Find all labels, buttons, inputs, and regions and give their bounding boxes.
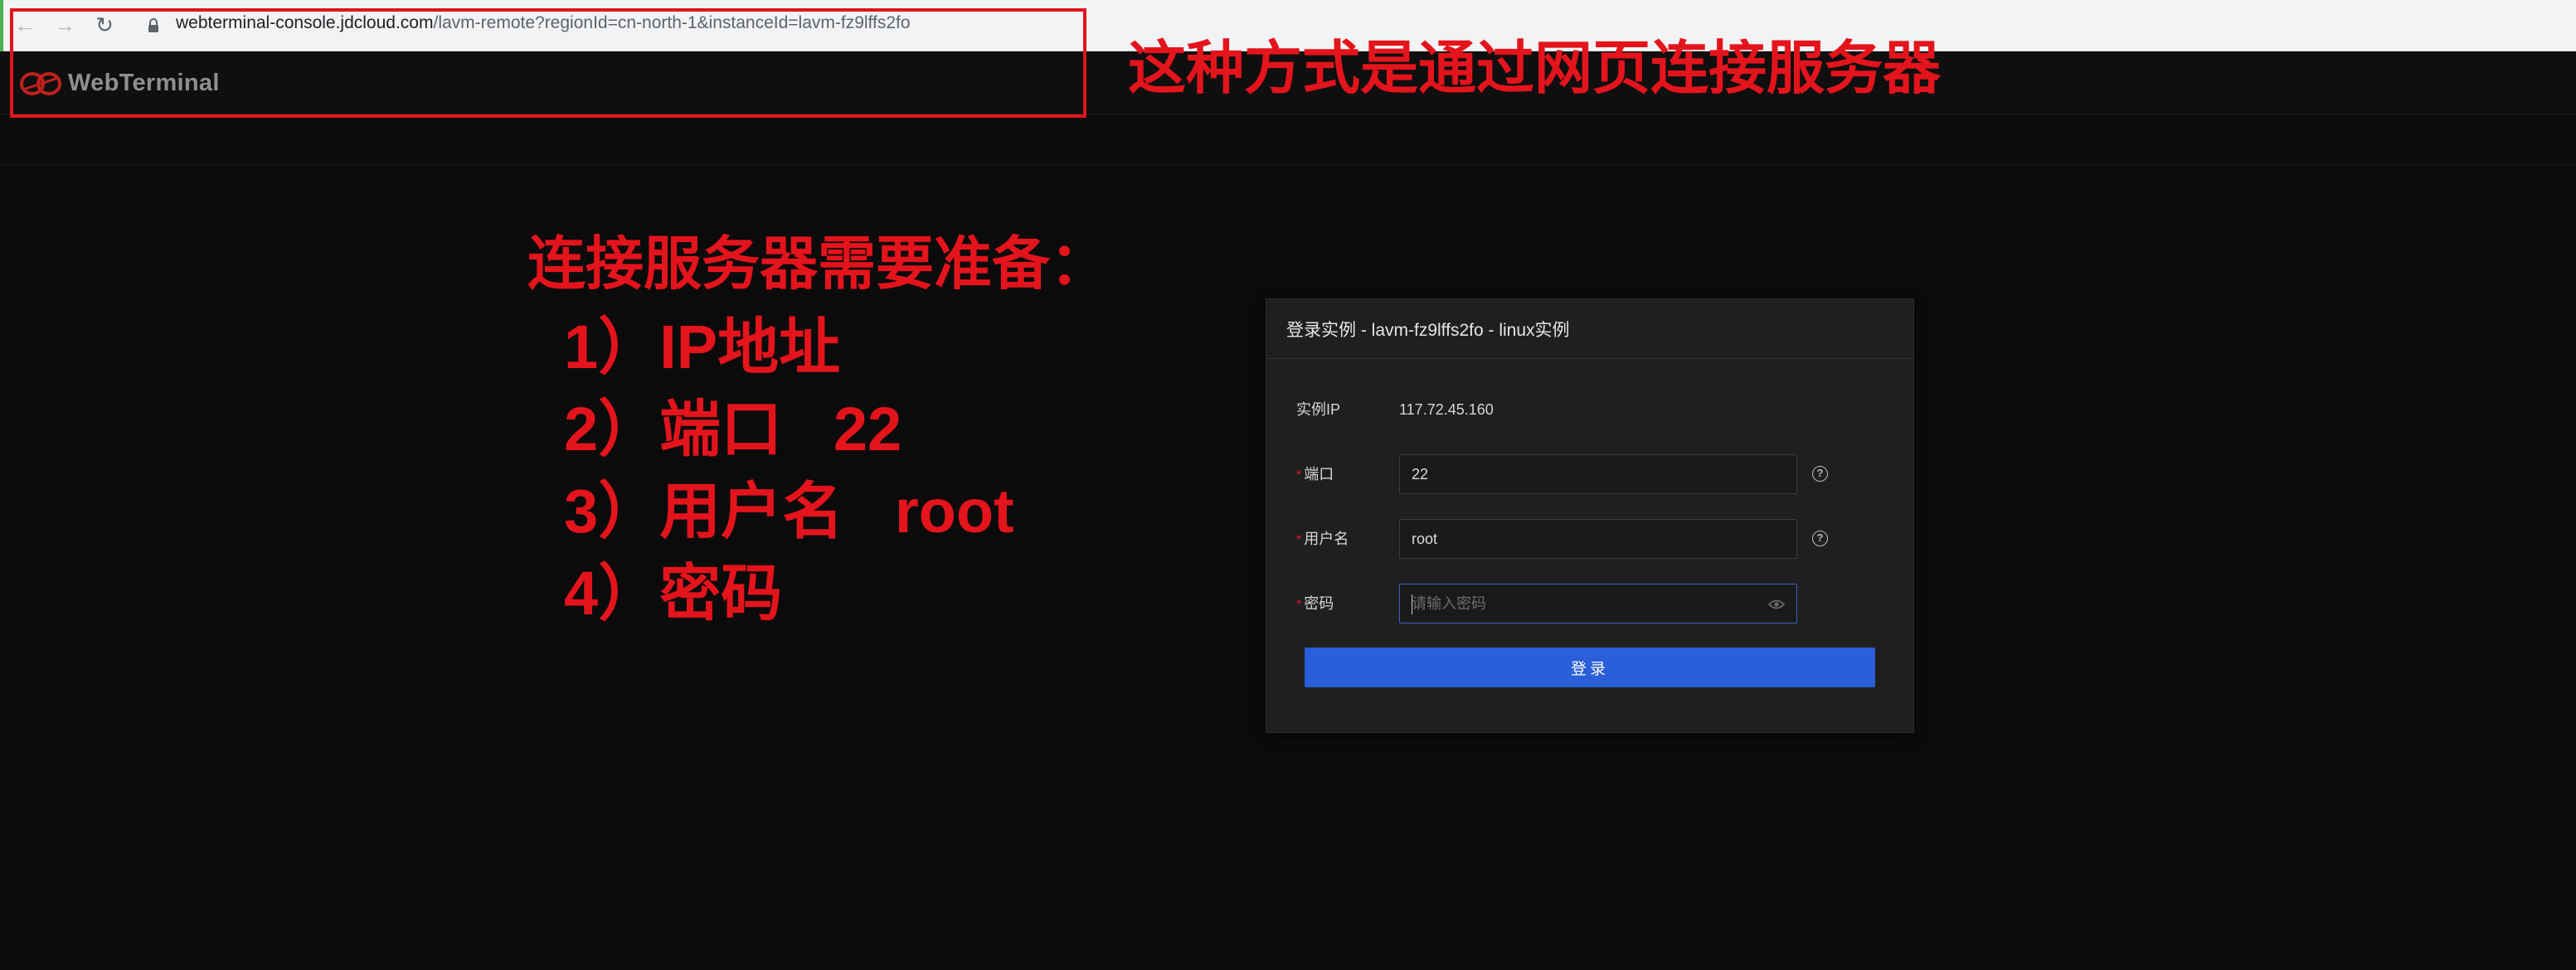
username-input[interactable]: root bbox=[1399, 519, 1797, 559]
annotation-item-port: 2）端口 22 bbox=[564, 395, 902, 463]
annotation-title: 这种方式是通过网页连接服务器 bbox=[1128, 36, 1941, 100]
password-label: * 密码 bbox=[1296, 583, 1334, 624]
login-dialog: 登录实例 - lavm-fz9lffs2fo - linux实例 实例IP 11… bbox=[1266, 298, 1914, 733]
annotation-heading: 连接服务器需要准备： bbox=[527, 231, 1108, 296]
port-help-icon[interactable]: ? bbox=[1812, 466, 1828, 482]
annotation-item-username: 3）用户名 root bbox=[564, 477, 1014, 546]
annotation-highlight-box bbox=[10, 8, 1086, 118]
window-edge-accent bbox=[0, 0, 3, 51]
annotation-list: 连接服务器需要准备： 1）IP地址 2）端口 22 3）用户名 root 4）密… bbox=[527, 217, 1108, 634]
password-row: * 密码 请输入密码 bbox=[1266, 583, 1913, 624]
required-mark: * bbox=[1296, 533, 1302, 547]
password-input[interactable]: 请输入密码 bbox=[1399, 584, 1797, 623]
required-mark: * bbox=[1296, 598, 1302, 612]
port-row: * 端口 22 ? bbox=[1266, 453, 1913, 495]
username-label: * 用户名 bbox=[1296, 518, 1349, 560]
eye-icon[interactable] bbox=[1768, 599, 1785, 610]
annotation-item-ip: 1）IP地址 bbox=[564, 313, 841, 381]
port-label: * 端口 bbox=[1296, 453, 1334, 495]
instance-ip-value: 117.72.45.160 bbox=[1399, 401, 1494, 418]
password-label-text: 密码 bbox=[1304, 595, 1334, 612]
port-label-text: 端口 bbox=[1304, 466, 1334, 483]
required-mark: * bbox=[1296, 468, 1302, 483]
username-label-text: 用户名 bbox=[1304, 531, 1349, 547]
username-help-icon[interactable]: ? bbox=[1812, 531, 1828, 546]
password-placeholder: 请输入密码 bbox=[1412, 595, 1486, 612]
username-row: * 用户名 root ? bbox=[1266, 518, 1913, 560]
login-dialog-title: 登录实例 - lavm-fz9lffs2fo - linux实例 bbox=[1266, 299, 1913, 359]
instance-ip-row: 实例IP 117.72.45.160 bbox=[1266, 389, 1913, 430]
annotation-item-password: 4）密码 bbox=[564, 559, 783, 628]
toolbar-strip bbox=[0, 114, 2576, 166]
instance-ip-label: 实例IP bbox=[1296, 401, 1341, 418]
login-button[interactable]: 登录 bbox=[1305, 647, 1875, 687]
port-input[interactable]: 22 bbox=[1399, 454, 1797, 494]
